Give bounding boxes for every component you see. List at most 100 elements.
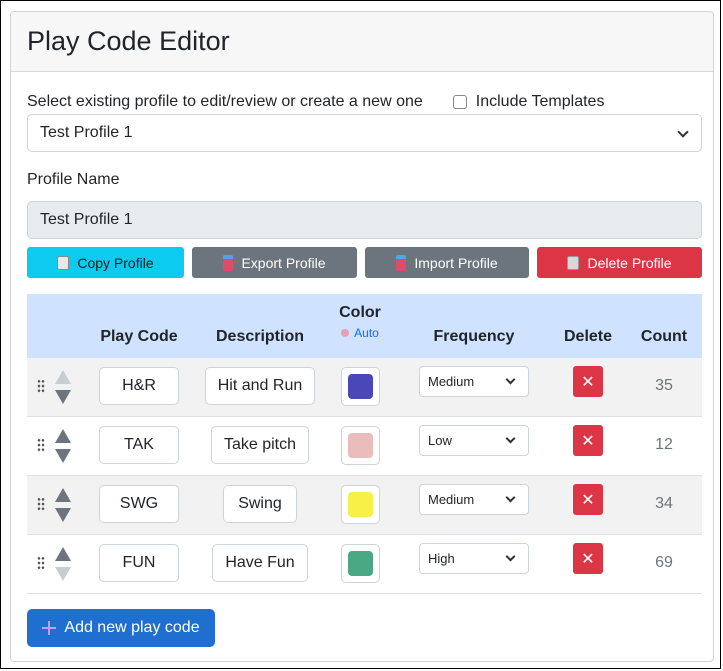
color-picker[interactable] — [341, 367, 380, 406]
add-play-code-button[interactable]: Add new play code — [27, 609, 215, 647]
move-up-arrow-icon[interactable] — [55, 488, 71, 502]
include-templates-label: Include Templates — [475, 93, 605, 110]
move-up-arrow-icon[interactable] — [55, 547, 71, 561]
play-code-input[interactable]: TAK — [99, 426, 179, 464]
frequency-select[interactable]: Medium — [419, 366, 529, 397]
delete-profile-button[interactable]: Delete Profile — [537, 247, 702, 278]
description-value: Have Fun — [225, 554, 295, 571]
profile-actions: Copy Profile Export Profile Import Profi… — [27, 247, 707, 278]
clipboard-icon — [57, 255, 70, 270]
header-color-cell: Color Auto — [327, 304, 393, 340]
card-header: Play Code Editor — [11, 12, 713, 72]
move-down-arrow-icon[interactable] — [55, 508, 71, 522]
chevron-down-icon — [505, 374, 516, 385]
play-code-value: TAK — [124, 436, 154, 453]
move-down-arrow-icon[interactable] — [55, 567, 71, 581]
frequency-select[interactable]: Low — [419, 425, 529, 456]
move-down-arrow-icon[interactable] — [55, 449, 71, 463]
count-value: 34 — [655, 495, 673, 512]
wastebasket-icon — [567, 255, 580, 270]
profile-select-label: Select existing profile to edit/review o… — [27, 93, 423, 110]
close-icon: ✕ — [581, 373, 595, 391]
export-profile-label: Export Profile — [241, 254, 326, 271]
profile-select-value: Test Profile 1 — [40, 124, 133, 141]
table-header: Play Code Description Color Auto Frequen… — [27, 294, 702, 358]
play-code-input[interactable]: FUN — [99, 544, 179, 582]
move-down-arrow-icon[interactable] — [55, 390, 71, 404]
move-up-arrow-icon[interactable] — [55, 370, 71, 384]
import-profile-button[interactable]: Import Profile — [365, 247, 529, 278]
export-profile-button[interactable]: Export Profile — [192, 247, 357, 278]
close-icon: ✕ — [581, 432, 595, 450]
delete-row-button[interactable]: ✕ — [573, 425, 603, 456]
plus-icon — [42, 621, 57, 635]
profile-select-label-row: Select existing profile to edit/review o… — [27, 91, 707, 113]
table-row: H&R Hit and Run Medium ✕ 35 — [27, 358, 702, 417]
chevron-down-icon — [677, 126, 689, 138]
play-code-table: Play Code Description Color Auto Frequen… — [27, 294, 702, 594]
profile-select[interactable]: Test Profile 1 — [27, 114, 702, 152]
count-value: 69 — [655, 554, 673, 571]
color-swatch — [348, 374, 373, 399]
frequency-value: Medium — [428, 374, 475, 389]
play-code-value: FUN — [122, 554, 156, 571]
add-play-code-label: Add new play code — [64, 619, 200, 636]
count-value: 12 — [655, 436, 673, 453]
outbox-icon — [223, 254, 234, 271]
frequency-value: Low — [428, 433, 452, 448]
color-swatch — [348, 433, 373, 458]
count-value: 35 — [655, 377, 673, 394]
delete-row-button[interactable]: ✕ — [573, 543, 603, 574]
include-templates-toggle[interactable]: Include Templates — [452, 93, 605, 111]
color-picker[interactable] — [341, 426, 380, 465]
color-picker[interactable] — [341, 485, 380, 524]
profile-name-input[interactable]: Test Profile 1 — [27, 201, 702, 239]
frequency-value: Medium — [428, 492, 475, 507]
play-code-input[interactable]: SWG — [99, 485, 179, 523]
editor-card: Play Code Editor Select existing profile… — [10, 11, 714, 662]
delete-row-button[interactable]: ✕ — [573, 484, 603, 515]
frequency-value: High — [428, 551, 455, 566]
profile-name-value: Test Profile 1 — [40, 211, 133, 228]
close-icon: ✕ — [581, 550, 595, 568]
header-play-code: Play Code — [100, 328, 178, 345]
delete-profile-label: Delete Profile — [587, 254, 672, 271]
play-code-value: SWG — [119, 495, 159, 512]
header-count: Count — [640, 328, 688, 345]
table-row: TAK Take pitch Low ✕ 12 — [27, 417, 702, 476]
header-frequency: Frequency — [433, 328, 515, 345]
description-input[interactable]: Take pitch — [211, 426, 309, 464]
profile-name-label: Profile Name — [27, 171, 120, 188]
color-picker[interactable] — [341, 544, 380, 583]
delete-row-button[interactable]: ✕ — [573, 366, 603, 397]
color-swatch — [348, 492, 373, 517]
drag-handle-icon[interactable] — [37, 438, 45, 452]
description-value: Take pitch — [223, 436, 297, 453]
table-row: FUN Have Fun High ✕ 69 — [27, 535, 702, 594]
page-title: Play Code Editor — [27, 26, 230, 56]
header-description: Description — [215, 328, 304, 345]
copy-profile-label: Copy Profile — [77, 254, 154, 271]
frequency-select[interactable]: High — [419, 543, 529, 574]
header-delete: Delete — [563, 328, 613, 345]
description-input[interactable]: Hit and Run — [205, 367, 315, 405]
include-templates-checkbox[interactable] — [452, 95, 467, 109]
description-input[interactable]: Swing — [223, 485, 297, 523]
chevron-down-icon — [505, 492, 516, 503]
inbox-icon — [396, 254, 407, 271]
move-up-arrow-icon[interactable] — [55, 429, 71, 443]
drag-handle-icon[interactable] — [37, 497, 45, 511]
drag-handle-icon[interactable] — [37, 379, 45, 393]
copy-profile-button[interactable]: Copy Profile — [27, 247, 184, 278]
description-value: Swing — [238, 495, 282, 512]
drag-handle-icon[interactable] — [37, 556, 45, 570]
palette-icon — [341, 329, 350, 337]
description-input[interactable]: Have Fun — [212, 544, 308, 582]
frequency-select[interactable]: Medium — [419, 484, 529, 515]
table-row: SWG Swing Medium ✕ 34 — [27, 476, 702, 535]
play-code-value: H&R — [122, 377, 156, 394]
window-frame: Play Code Editor Select existing profile… — [0, 0, 721, 669]
auto-color-button[interactable]: Auto — [327, 326, 393, 340]
play-code-input[interactable]: H&R — [99, 367, 179, 405]
auto-color-label: Auto — [354, 326, 379, 340]
